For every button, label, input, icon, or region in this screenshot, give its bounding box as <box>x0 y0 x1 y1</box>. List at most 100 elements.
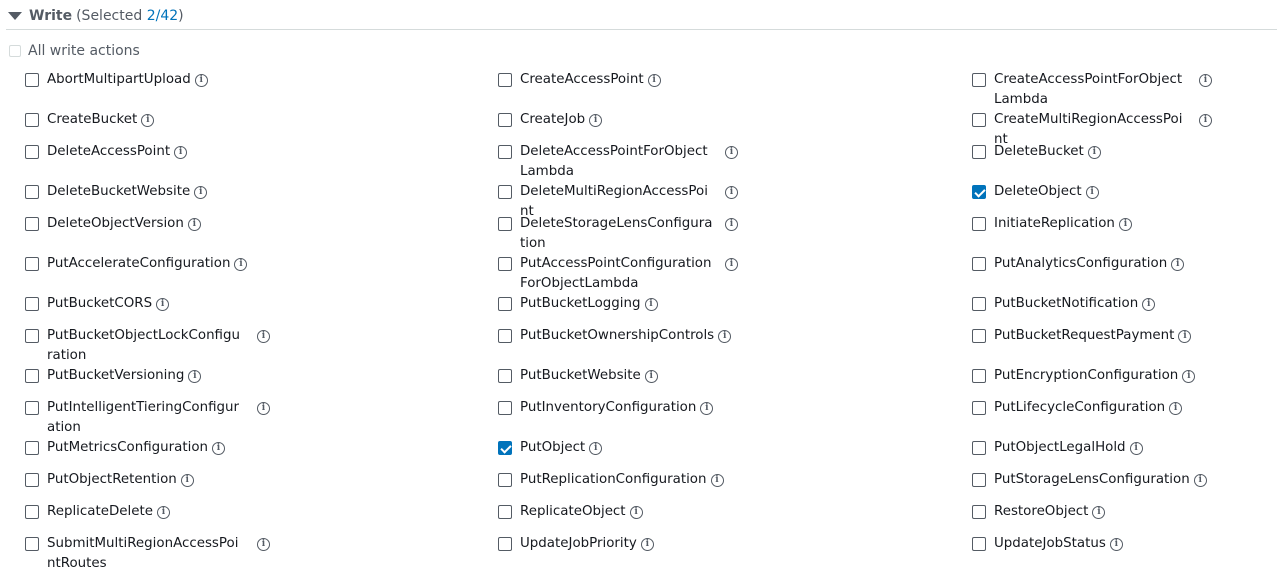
info-icon[interactable]: i <box>640 538 654 551</box>
info-icon[interactable]: i <box>1171 258 1185 271</box>
checkbox[interactable] <box>498 113 512 127</box>
action-item[interactable]: PutObjectRetention i <box>25 470 270 490</box>
info-icon[interactable]: i <box>647 74 661 87</box>
checkbox[interactable] <box>25 145 39 159</box>
info-icon[interactable]: i <box>194 186 208 199</box>
checkbox[interactable] <box>498 185 512 199</box>
action-item[interactable]: PutInventoryConfiguration i <box>498 398 738 418</box>
action-item[interactable]: PutBucketRequestPayment i <box>972 326 1212 346</box>
checkbox[interactable] <box>972 73 986 87</box>
info-icon[interactable]: i <box>589 442 603 455</box>
info-icon[interactable]: i <box>234 258 248 271</box>
action-item[interactable]: InitiateReplication i <box>972 214 1212 234</box>
action-item[interactable]: DeleteStorageLensConfiguration i <box>498 214 738 254</box>
action-item[interactable]: ReplicateDelete i <box>25 502 270 522</box>
action-item[interactable]: PutBucketLogging i <box>498 294 738 314</box>
info-icon[interactable]: i <box>257 402 270 415</box>
action-item[interactable]: PutReplicationConfiguration i <box>498 470 738 490</box>
checkbox[interactable] <box>498 257 512 271</box>
action-item[interactable]: PutEncryptionConfiguration i <box>972 366 1212 386</box>
checkbox[interactable] <box>972 401 986 415</box>
info-icon[interactable]: i <box>710 474 724 487</box>
checkbox[interactable] <box>972 441 986 455</box>
action-item[interactable]: DeleteAccessPointForObjectLambda i <box>498 142 738 182</box>
action-item[interactable]: CreateJob i <box>498 110 738 130</box>
action-item[interactable]: PutObjectLegalHold i <box>972 438 1212 458</box>
action-item[interactable]: DeleteBucket i <box>972 142 1212 162</box>
info-icon[interactable]: i <box>1199 114 1212 127</box>
action-item[interactable]: DeleteObject i <box>972 182 1212 202</box>
checkbox[interactable] <box>498 369 512 383</box>
action-item[interactable]: PutObject i <box>498 438 738 458</box>
info-icon[interactable]: i <box>725 258 738 271</box>
action-item[interactable]: CreateAccessPoint i <box>498 70 738 90</box>
checkbox[interactable] <box>25 473 39 487</box>
checkbox[interactable] <box>498 329 512 343</box>
info-icon[interactable]: i <box>1085 186 1099 199</box>
checkbox-checked[interactable] <box>972 185 986 199</box>
all-write-actions-checkbox[interactable] <box>9 45 21 57</box>
info-icon[interactable]: i <box>629 506 643 519</box>
info-icon[interactable]: i <box>1178 330 1192 343</box>
action-item[interactable]: DeleteObjectVersion i <box>25 214 270 234</box>
action-item[interactable]: PutStorageLensConfiguration i <box>972 470 1212 490</box>
info-icon[interactable]: i <box>257 330 270 343</box>
info-icon[interactable]: i <box>1193 474 1207 487</box>
action-item[interactable]: RestoreObject i <box>972 502 1212 522</box>
info-icon[interactable]: i <box>1169 402 1183 415</box>
info-icon[interactable]: i <box>180 474 194 487</box>
info-icon[interactable]: i <box>141 114 155 127</box>
checkbox[interactable] <box>972 369 986 383</box>
checkbox[interactable] <box>972 145 986 159</box>
action-item[interactable]: AbortMultipartUpload i <box>25 70 270 90</box>
info-icon[interactable]: i <box>725 186 738 199</box>
checkbox[interactable] <box>25 441 39 455</box>
action-item[interactable]: PutBucketVersioning i <box>25 366 270 386</box>
action-item[interactable]: PutIntelligentTieringConfiguration i <box>25 398 270 438</box>
info-icon[interactable]: i <box>1199 74 1212 87</box>
info-icon[interactable]: i <box>1087 146 1101 159</box>
info-icon[interactable]: i <box>644 370 658 383</box>
checkbox[interactable] <box>972 257 986 271</box>
action-item[interactable]: UpdateJobStatus i <box>972 534 1212 554</box>
write-section-header[interactable]: Write (Selected 2/42) <box>8 6 184 26</box>
action-item[interactable]: ReplicateObject i <box>498 502 738 522</box>
action-item[interactable]: PutLifecycleConfiguration i <box>972 398 1212 418</box>
action-item[interactable]: PutMetricsConfiguration i <box>25 438 270 458</box>
action-item[interactable]: PutAccessPointConfigurationForObjectLamb… <box>498 254 738 294</box>
action-item[interactable]: PutBucketObjectLockConfiguration i <box>25 326 270 366</box>
info-icon[interactable]: i <box>589 114 603 127</box>
action-item[interactable]: DeleteAccessPoint i <box>25 142 270 162</box>
checkbox[interactable] <box>498 537 512 551</box>
action-item[interactable]: UpdateJobPriority i <box>498 534 738 554</box>
checkbox[interactable] <box>25 401 39 415</box>
checkbox[interactable] <box>25 185 39 199</box>
info-icon[interactable]: i <box>1142 298 1156 311</box>
action-item[interactable]: DeleteBucketWebsite i <box>25 182 270 202</box>
checkbox[interactable] <box>498 505 512 519</box>
info-icon[interactable]: i <box>1129 442 1143 455</box>
action-item[interactable]: CreateAccessPointForObjectLambda i <box>972 70 1212 110</box>
action-item[interactable]: SubmitMultiRegionAccessPointRoutes i <box>25 534 270 574</box>
checkbox[interactable] <box>25 297 39 311</box>
checkbox[interactable] <box>972 297 986 311</box>
checkbox[interactable] <box>972 537 986 551</box>
info-icon[interactable]: i <box>257 538 270 551</box>
checkbox[interactable] <box>25 329 39 343</box>
action-item[interactable]: PutBucketOwnershipControls i <box>498 326 738 346</box>
checkbox[interactable] <box>25 217 39 231</box>
checkbox[interactable] <box>498 473 512 487</box>
all-write-actions-row[interactable]: All write actions <box>9 42 140 60</box>
checkbox[interactable] <box>972 113 986 127</box>
checkbox[interactable] <box>25 257 39 271</box>
info-icon[interactable]: i <box>156 298 170 311</box>
info-icon[interactable]: i <box>718 330 732 343</box>
action-item[interactable]: CreateBucket i <box>25 110 270 130</box>
checkbox-checked[interactable] <box>498 441 512 455</box>
info-icon[interactable]: i <box>188 370 202 383</box>
checkbox[interactable] <box>498 297 512 311</box>
info-icon[interactable]: i <box>1109 538 1123 551</box>
checkbox[interactable] <box>972 217 986 231</box>
info-icon[interactable]: i <box>700 402 714 415</box>
info-icon[interactable]: i <box>725 218 738 231</box>
